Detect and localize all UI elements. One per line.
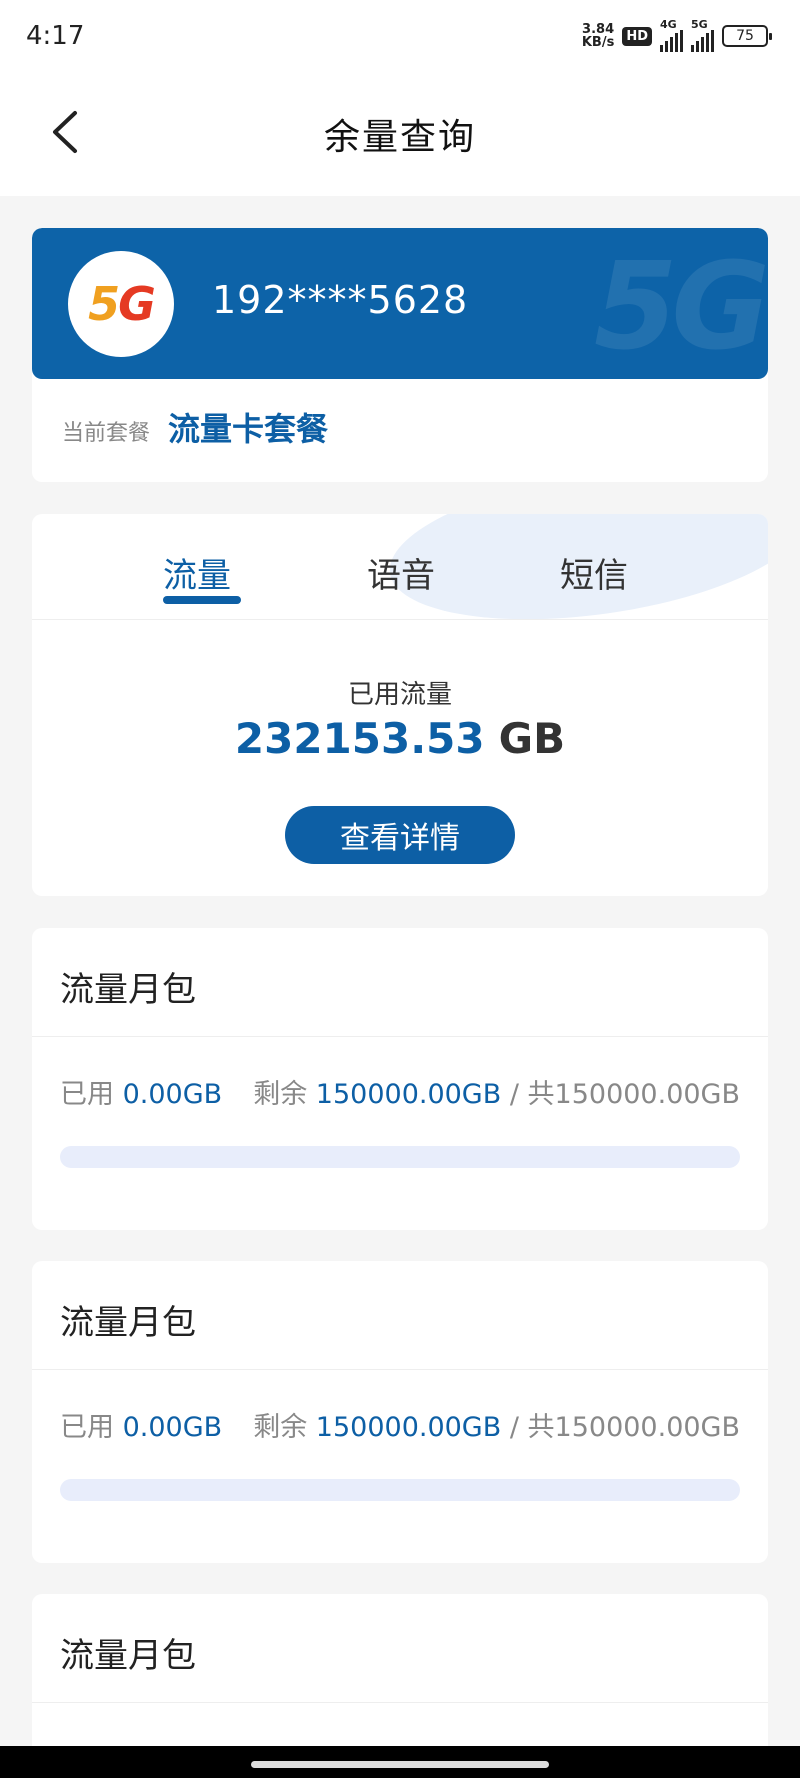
active-tab-indicator	[163, 596, 241, 604]
package-title: 流量月包	[60, 970, 196, 1010]
signal-4g-icon: 4G	[660, 18, 683, 52]
tab-data[interactable]: 流量	[163, 548, 231, 597]
status-time: 4:17	[26, 21, 85, 51]
used-data-unit: GB	[498, 714, 566, 763]
package-used-value: 0.00GB	[122, 1412, 223, 1443]
signal-4g-label: 4G	[660, 18, 677, 31]
package-used: 已用 0.00GB	[60, 1072, 222, 1111]
package-remaining-label: 剩余	[253, 1412, 308, 1443]
package-total: / 共150000.00GB	[509, 1079, 740, 1110]
package-remaining-label: 剩余	[253, 1079, 308, 1110]
back-button[interactable]	[34, 102, 94, 162]
page-title: 余量查询	[323, 117, 476, 158]
network-speed-unit: KB/s	[581, 35, 615, 50]
package-remaining-value: 150000.00GB	[315, 1412, 502, 1443]
signal-5g-label: 5G	[691, 18, 708, 31]
package-title: 流量月包	[60, 1636, 196, 1676]
package-remaining: 剩余 150000.00GB / 共150000.00GB	[253, 1072, 740, 1111]
package-card: 流量月包 已用 0.00GB 剩余 150000.00GB / 共150000.…	[32, 928, 768, 1230]
home-indicator[interactable]	[251, 1761, 549, 1768]
plan-name: 流量卡套餐	[168, 410, 329, 448]
user-banner: 5G 5G 192****5628	[32, 228, 768, 379]
divider	[32, 1036, 768, 1037]
battery-icon: 75	[722, 25, 772, 47]
package-card: 流量月包 已用 0.00GB 剩余 150000.00GB / 共150000.…	[32, 1261, 768, 1563]
5g-logo: 5G	[68, 251, 174, 357]
tab-sms[interactable]: 短信	[560, 548, 628, 597]
package-remaining: 剩余 150000.00GB / 共150000.00GB	[253, 1405, 740, 1444]
divider	[32, 1369, 768, 1370]
plan-label: 当前套餐	[62, 421, 151, 446]
signal-5g-icon: 5G	[691, 18, 714, 52]
package-total: / 共150000.00GB	[509, 1412, 740, 1443]
used-data-number: 232153.53	[234, 714, 485, 763]
user-card: 5G 5G 192****5628 当前套餐 流量卡套餐	[32, 228, 768, 482]
used-data-value: 232153.53 GB	[32, 714, 768, 763]
hd-voice-icon: HD	[622, 26, 652, 46]
status-bar: 4:17 3.84 KB/s HD 4G 5G 75	[0, 0, 800, 72]
chevron-left-icon	[53, 111, 77, 153]
plan-row: 当前套餐 流量卡套餐	[62, 404, 328, 450]
phone-number: 192****5628	[212, 278, 469, 322]
banner-5g-watermark: 5G	[594, 238, 768, 377]
package-remaining-value: 150000.00GB	[315, 1079, 502, 1110]
usage-tabs: 流量 语音 短信	[32, 514, 768, 620]
package-progress-bar	[60, 1146, 740, 1168]
app-header: 余量查询	[0, 72, 800, 196]
view-details-button[interactable]: 查看详情	[285, 806, 515, 864]
package-used-label: 已用	[60, 1079, 114, 1110]
package-progress-bar	[60, 1479, 740, 1501]
package-used-value: 0.00GB	[122, 1079, 223, 1110]
package-title: 流量月包	[60, 1303, 196, 1343]
package-used: 已用 0.00GB	[60, 1405, 222, 1444]
divider	[32, 1702, 768, 1703]
used-data-label: 已用流量	[347, 680, 452, 710]
package-used-label: 已用	[60, 1412, 114, 1443]
tab-voice[interactable]: 语音	[367, 548, 435, 597]
usage-card: 流量 语音 短信 已用流量 232153.53 GB 查看详情	[32, 514, 768, 896]
network-speed: 3.84 KB/s	[582, 23, 614, 49]
status-icons: 3.84 KB/s HD 4G 5G 75	[582, 18, 772, 52]
